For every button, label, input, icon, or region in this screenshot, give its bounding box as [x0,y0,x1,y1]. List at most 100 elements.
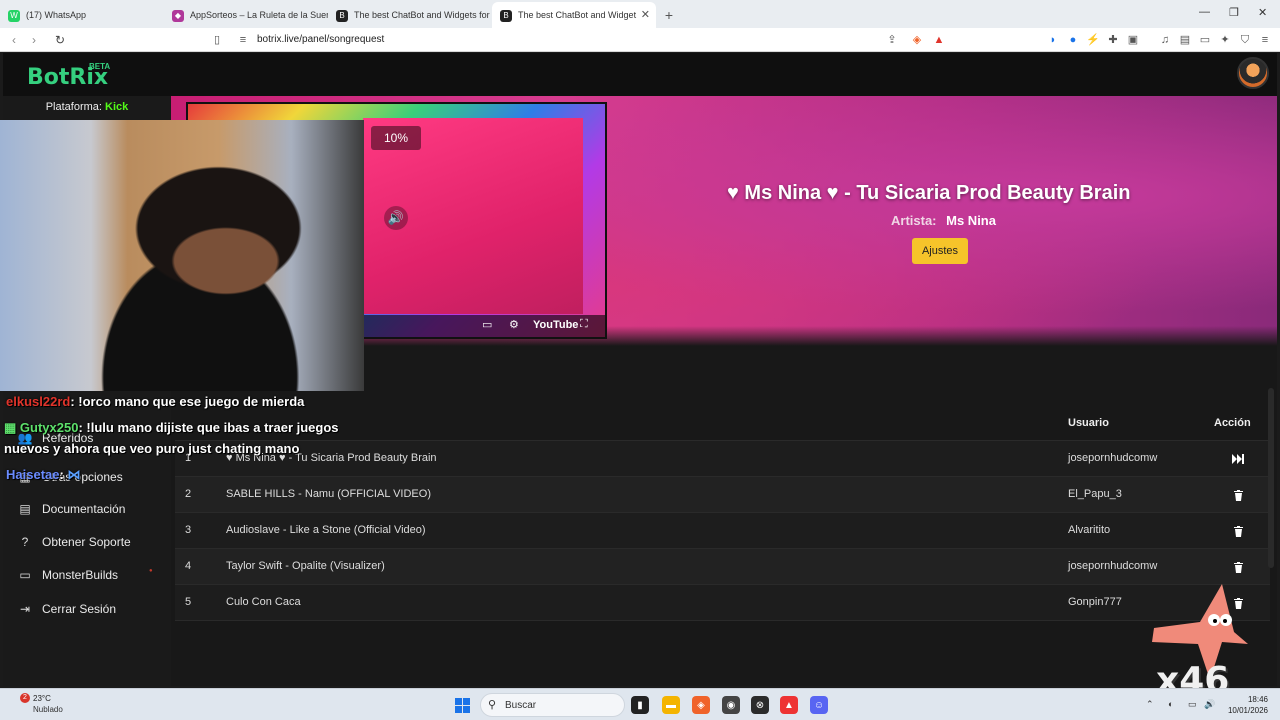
table-scrollbar[interactable] [1268,388,1274,568]
tab-botrix-1[interactable]: B The best ChatBot and Widgets for Ki [328,2,492,28]
sidebar-item-cerrar-sesion[interactable]: ⇥ Cerrar Sesión [17,599,116,619]
sidebar-item-label: MonsterBuilds [42,568,119,582]
chat-message: Haisetae: ⋈ [6,467,80,483]
menu-icon[interactable]: ≡ [1258,33,1272,47]
chat-message: elkusl22rd: !orco mano que ese juego de … [6,394,304,409]
sidebar-toggle-icon[interactable]: ▤ [1178,33,1192,47]
brave-shields-icon[interactable]: ◈ [910,33,924,47]
chat-text: : !lulu mano dijiste que ibas a traer ju… [78,420,339,435]
obs-icon[interactable]: ◉ [722,696,740,714]
table-row: 5 Culo Con Caca Gonpin777 [175,585,1270,621]
brave-browser-icon[interactable]: ◈ [692,696,710,714]
trash-icon[interactable] [1229,486,1247,504]
system-clock[interactable]: 18:46 10/01/2026 [1218,694,1268,716]
chat-message: nuevos y ahora que veo puro just chating… [4,441,299,456]
row-user: El_Papu_3 [1068,488,1122,500]
back-icon[interactable]: ‹ [4,33,24,47]
weather-temp: 23°C [33,694,51,703]
platform-value: Kick [105,101,129,113]
captions-icon[interactable]: ▭ [482,318,492,331]
file-explorer-icon[interactable]: ▬ [662,696,680,714]
taskbar-search[interactable]: ⚲ Buscar [480,693,625,717]
maximize-icon[interactable]: ❐ [1229,6,1239,19]
artist-value: Ms Nina [946,213,996,228]
share-icon[interactable]: ⇪ [885,33,899,47]
row-number: 3 [185,524,192,536]
puzzle-icon[interactable]: ✚ [1106,33,1120,47]
address-bar: ‹ › ↻ ▯ ≡ botrix.live/panel/songrequest … [0,28,1280,52]
skip-icon[interactable] [1229,450,1247,468]
webcam-overlay [0,120,364,391]
botrix-icon: B [500,10,512,22]
site-info-icon[interactable]: ≡ [236,33,250,47]
row-user: josepornhudcomw [1068,452,1158,464]
sidebar-item-label: Cerrar Sesión [42,602,117,616]
table-row: 3 Audioslave - Like a Stone (Official Vi… [175,513,1270,549]
url-field[interactable]: botrix.live/panel/songrequest [257,34,384,45]
reader-icon[interactable]: ▣ [1126,33,1140,47]
vpn-icon[interactable]: ⛉ [1238,33,1252,47]
close-tab-icon[interactable]: ✕ [641,8,650,21]
minimize-icon[interactable]: — [1199,6,1210,18]
tab-appsorteos[interactable]: ◆ AppSorteos – La Ruleta de la Suerte [164,2,328,28]
sidebar-item-soporte[interactable]: ? Obtener Soporte [17,532,131,552]
chat-user: Haisetae [6,467,60,482]
new-tab-button[interactable]: + [656,2,682,28]
extension-icon[interactable]: ● [1066,33,1080,47]
row-user: Alvaritito [1068,524,1111,536]
notification-badge: 2 [20,693,30,703]
app-header: BotRix BETA [3,53,1277,96]
tab-label: (17) WhatsApp [26,10,87,20]
tray-app-icon[interactable]: ◐ [1168,699,1173,709]
platform-indicator: Plataforma: Kick [3,101,171,113]
whatsapp-icon: W [8,10,20,22]
row-number: 5 [185,596,192,608]
speaker-icon[interactable]: 🔊 [1204,699,1215,710]
avatar[interactable] [1237,57,1269,89]
leo-icon[interactable]: ✦ [1218,33,1232,47]
tab-label: The best ChatBot and Widget [518,10,637,20]
forward-icon[interactable]: › [24,33,44,47]
network-icon[interactable]: ▭ [1188,699,1197,710]
chat-badge-icon: ▦ [4,420,20,435]
tab-botrix-active[interactable]: B The best ChatBot and Widget ✕ [492,2,656,28]
header-action: Acción [1214,417,1251,429]
reload-icon[interactable]: ↻ [50,33,70,47]
youtube-logo[interactable]: YouTube [533,319,578,331]
discord-icon[interactable]: ☺ [810,696,828,714]
bookmark-icon[interactable]: ▯ [210,33,224,47]
logout-icon: ⇥ [19,602,31,616]
appsorteos-icon: ◆ [172,10,184,22]
xbox-icon[interactable]: ⊗ [751,696,769,714]
weather-condition: Nublado [33,705,63,714]
table-row: 1 ♥ Ms Nina ♥ - Tu Sicaria Prod Beauty B… [175,441,1270,477]
close-window-icon[interactable]: ✕ [1258,6,1267,19]
trash-icon[interactable] [1229,558,1247,576]
chat-message: ▦ Gutyx250: !lulu mano dijiste que ibas … [4,420,339,436]
extension-icon[interactable]: ◗ [1046,33,1060,47]
extension-icon[interactable]: ⚡ [1086,33,1100,47]
volume-icon[interactable]: 🔊 [384,206,408,230]
settings-button[interactable]: Ajustes [912,238,968,264]
brave-rewards-icon[interactable]: ▲ [932,33,946,47]
tab-whatsapp[interactable]: W (17) WhatsApp [0,2,164,28]
volume-percent: 10% [371,126,421,150]
browser-tab-strip: W (17) WhatsApp ◆ AppSorteos – La Ruleta… [0,0,1280,28]
help-icon: ? [21,535,29,549]
chat-user: elkusl22rd [6,394,71,409]
trash-icon[interactable] [1229,522,1247,540]
table-header: Usuario Acción [175,406,1270,441]
fullscreen-icon[interactable]: ⛶ [580,318,588,331]
table-row: 4 Taylor Swift - Opalite (Visualizer) jo… [175,549,1270,585]
app-icon[interactable]: ▲ [780,696,798,714]
chat-user: Gutyx250 [19,420,79,435]
music-icon[interactable]: ♫ [1158,33,1172,47]
windows-start-icon[interactable] [455,698,470,713]
sidebar-item-monsterbuilds[interactable]: ▭ MonsterBuilds [17,565,118,585]
wallet-icon[interactable]: ▭ [1198,33,1212,47]
sidebar-item-documentacion[interactable]: ▤ Documentación [17,499,125,519]
gear-icon[interactable]: ⚙ [509,318,519,331]
search-placeholder: Buscar [505,700,537,711]
tray-chevron-icon[interactable]: ⌃ [1146,699,1154,710]
task-view-icon[interactable]: ▮ [631,696,649,714]
